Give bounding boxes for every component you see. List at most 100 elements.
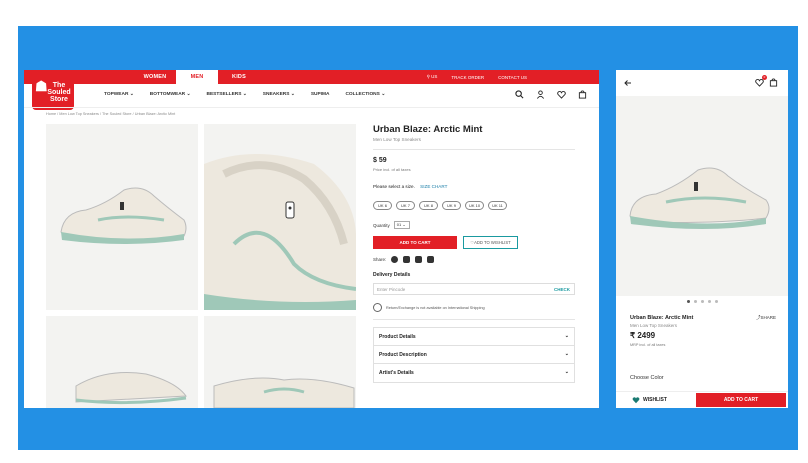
sneaker-back-image <box>213 377 355 408</box>
tab-men[interactable]: MEN <box>176 70 218 84</box>
search-icon[interactable] <box>515 90 524 99</box>
sneaker-side-image <box>60 187 187 244</box>
product-image-4[interactable] <box>204 316 356 408</box>
carousel-dot[interactable] <box>700 300 704 303</box>
accordion-label: Product Details <box>379 334 416 340</box>
carousel-dot[interactable] <box>686 300 690 303</box>
product-info: Urban Blaze: Arctic Mint Men Low Top Sne… <box>373 124 575 383</box>
size-uk11[interactable]: UK 11 <box>488 201 507 210</box>
add-to-wishlist-button[interactable]: ♡ ADD TO WISHLIST <box>463 236 518 249</box>
return-icon <box>373 303 382 312</box>
tab-women[interactable]: WOMEN <box>134 70 176 84</box>
breadcrumb: Home / Men Low Top Sneakers / The Souled… <box>46 112 176 116</box>
nav-bottomwear[interactable]: BOTTOMWEAR ⌄ <box>150 92 191 97</box>
quantity-value: 01 <box>396 222 402 227</box>
size-chart-link[interactable]: SIZE CHART <box>420 184 447 189</box>
divider <box>373 319 575 320</box>
product-image-3[interactable] <box>46 316 198 408</box>
product-image-2[interactable] <box>204 124 356 310</box>
sneaker-pair-image <box>75 372 187 405</box>
contact-us-link[interactable]: CONTACT US <box>498 75 527 80</box>
bag-icon[interactable] <box>578 90 587 99</box>
bag-icon[interactable] <box>769 78 778 87</box>
quantity-select[interactable]: 01 ⌄ <box>393 221 410 229</box>
sneaker-closeup-image <box>204 154 356 310</box>
screenshot-backdrop: WOMEN MEN KIDS ⚲ US TRACK ORDER CONTACT … <box>18 26 798 450</box>
carousel-dot[interactable] <box>693 300 697 303</box>
quantity-label: Quantity <box>373 222 390 228</box>
mobile-wishlist-button[interactable]: WISHLIST <box>632 396 667 404</box>
check-button[interactable]: CHECK <box>554 287 570 292</box>
facebook-icon[interactable] <box>403 256 411 263</box>
size-uk10[interactable]: UK 10 <box>465 201 484 210</box>
size-uk8[interactable]: UK 8 <box>419 201 438 210</box>
nav-collections-label: COLLECTIONS <box>345 92 380 97</box>
nav-sneakers[interactable]: SNEAKERS ⌄ <box>263 92 295 97</box>
accordion-label: Artist's Details <box>379 370 414 376</box>
nav-topwear[interactable]: TOPWEAR ⌄ <box>104 92 134 97</box>
size-uk9[interactable]: UK 9 <box>442 201 461 210</box>
product-subtitle: Men Low Top Sneakers <box>373 137 421 142</box>
mobile-product-title: Urban Blaze: Arctic Mint <box>630 315 694 321</box>
size-options: UK 6 UK 7 UK 8 UK 9 UK 10 UK 11 <box>373 201 575 210</box>
chevron-down-icon: ⌄ <box>564 369 569 375</box>
accordion-product-description[interactable]: Product Description ⌄ <box>374 346 574 364</box>
mobile-add-to-cart-button[interactable]: ADD TO CART <box>696 393 786 407</box>
top-links: ⚲ US TRACK ORDER CONTACT US <box>427 70 527 84</box>
price-note: Price incl. of all taxes <box>373 167 411 172</box>
accordion: Product Details ⌄ Product Description ⌄ Ar… <box>373 327 575 383</box>
heart-filled-icon <box>632 397 640 404</box>
twitter-icon[interactable] <box>415 256 423 263</box>
mobile-bottom-bar: WISHLIST ADD TO CART <box>616 391 788 408</box>
size-uk6[interactable]: UK 6 <box>373 201 392 210</box>
nav-collections[interactable]: COLLECTIONS ⌄ <box>345 92 385 97</box>
choose-color-label: Choose Color <box>630 375 664 381</box>
desktop-product-page: WOMEN MEN KIDS ⚲ US TRACK ORDER CONTACT … <box>24 70 599 408</box>
region-link[interactable]: ⚲ US <box>427 74 438 80</box>
divider <box>373 149 575 150</box>
quantity-row: Quantity 01 ⌄ <box>373 221 575 229</box>
nav-bestsellers[interactable]: BESTSELLERS ⌄ <box>207 92 247 97</box>
track-order-link[interactable]: TRACK ORDER <box>451 75 484 80</box>
back-arrow-icon[interactable] <box>624 79 632 87</box>
pincode-placeholder: Enter Pincode <box>377 287 406 292</box>
carousel-dot[interactable] <box>714 300 718 303</box>
product-title: Urban Blaze: Arctic Mint <box>373 124 483 135</box>
return-note-text: Return/Exchange is not available on Inte… <box>386 305 485 310</box>
pincode-field[interactable]: Enter Pincode CHECK <box>373 283 575 295</box>
top-bar: WOMEN MEN KIDS ⚲ US TRACK ORDER CONTACT … <box>24 70 599 84</box>
nav-sneakers-label: SNEAKERS <box>262 92 290 97</box>
mobile-wishlist-label: WISHLIST <box>643 397 667 403</box>
user-icon[interactable] <box>536 90 545 99</box>
mobile-price-note: MRP incl. of all taxes <box>630 343 666 347</box>
carousel-dots <box>616 300 788 303</box>
carousel-dot[interactable] <box>707 300 711 303</box>
add-to-cart-button[interactable]: ADD TO CART <box>373 236 457 249</box>
nav-bottomwear-label: BOTTOMWEAR <box>149 92 186 97</box>
nav-topwear-label: TOPWEAR <box>104 92 129 97</box>
share-label: Share: <box>373 257 387 262</box>
nav-supima[interactable]: SUPIMA <box>311 92 330 97</box>
tab-kids[interactable]: KIDS <box>218 70 260 84</box>
add-to-wishlist-label: ADD TO WISHLIST <box>474 240 511 245</box>
accordion-product-details[interactable]: Product Details ⌄ <box>374 328 574 346</box>
accordion-artist-details[interactable]: Artist's Details ⌄ <box>374 364 574 382</box>
product-price: $ 59 <box>373 157 387 164</box>
gender-tabs: WOMEN MEN KIDS <box>134 70 260 84</box>
main-nav: TOPWEAR ⌄ BOTTOMWEAR ⌄ BESTSELLERS ⌄ SNE… <box>24 84 599 108</box>
heart-icon[interactable] <box>557 90 566 99</box>
chevron-down-icon: ⌄ <box>564 351 569 357</box>
instagram-icon[interactable] <box>427 256 435 263</box>
mobile-product-subtitle: Men Low Top Sneakers <box>630 323 677 328</box>
mobile-header: 0 <box>616 70 788 96</box>
mobile-product-image[interactable] <box>616 96 788 296</box>
whatsapp-icon[interactable] <box>391 256 399 263</box>
size-uk7[interactable]: UK 7 <box>396 201 415 210</box>
mobile-product-price: ₹ 2499 <box>630 331 656 340</box>
delivery-heading: Delivery Details <box>373 272 411 278</box>
mobile-share-button[interactable]: ⤴SHARE <box>756 315 776 321</box>
nav-bestsellers-label: BESTSELLERS <box>206 92 242 97</box>
size-prompt-text: Please select a size. <box>373 184 415 189</box>
product-image-1[interactable] <box>46 124 198 310</box>
return-note: Return/Exchange is not available on Inte… <box>373 303 575 312</box>
